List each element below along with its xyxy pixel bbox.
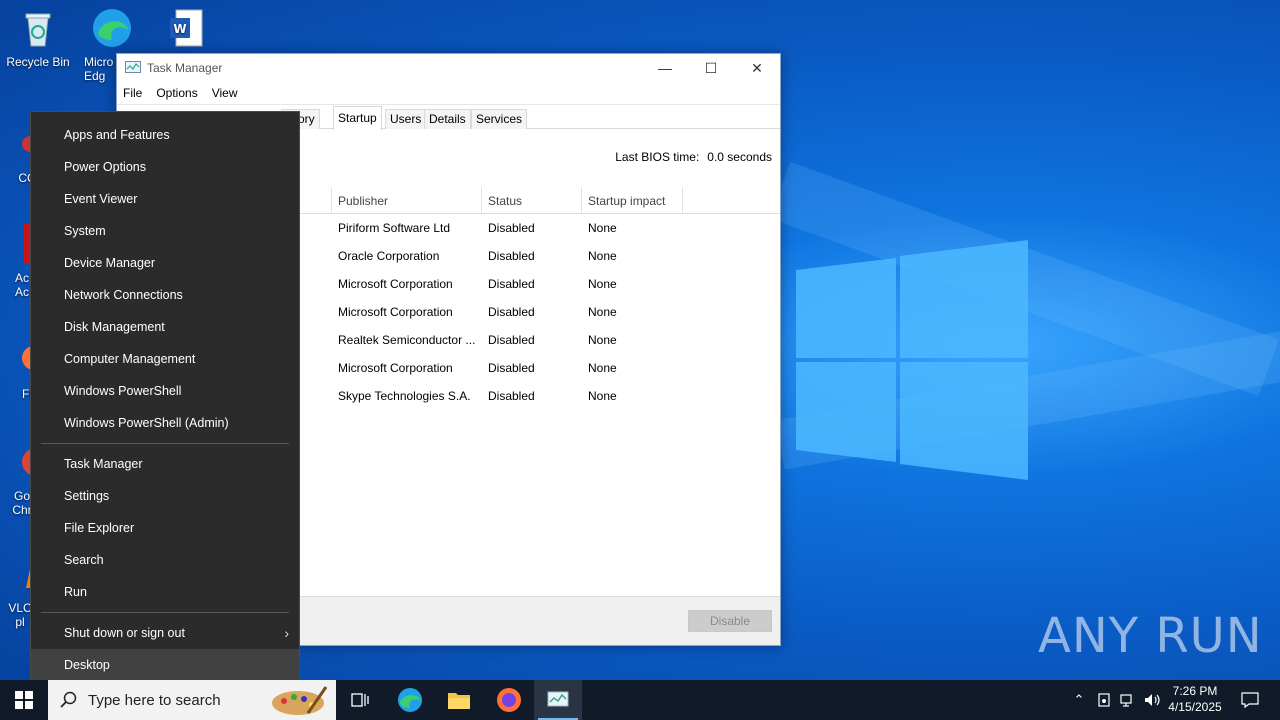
menu-view[interactable]: View (212, 86, 238, 100)
bios-time-label: Last BIOS time: (615, 150, 700, 164)
notification-icon (1241, 692, 1259, 708)
tab-users[interactable]: Users (385, 109, 427, 129)
device-icon[interactable] (1096, 692, 1112, 708)
recycle-bin-icon (25, 13, 51, 47)
menu-item-file-explorer[interactable]: File Explorer (31, 512, 299, 544)
menu-item-settings[interactable]: Settings (31, 480, 299, 512)
edge-icon (398, 688, 422, 712)
close-button[interactable]: ✕ (734, 54, 780, 82)
menu-item-shut-down-label: Shut down or sign out (64, 626, 185, 640)
search-placeholder: Type here to search (88, 691, 221, 709)
row-status: Disabled (488, 333, 535, 347)
row-impact: None (588, 277, 617, 291)
network-icon[interactable] (1120, 692, 1136, 708)
taskbar: Type here to search ⌃ 7:26 PM 4/15/2025 (0, 680, 1280, 720)
folder-icon (448, 693, 470, 709)
menu-bar: File Options View (117, 82, 780, 105)
menu-item-computer-management[interactable]: Computer Management (31, 343, 299, 375)
menu-item-task-manager[interactable]: Task Manager (31, 448, 299, 480)
menu-separator (41, 612, 289, 613)
anyrun-watermark: ANY RUN (1038, 608, 1263, 664)
menu-item-run[interactable]: Run (31, 576, 299, 608)
menu-item-search[interactable]: Search (31, 544, 299, 576)
task-view-button[interactable] (336, 680, 384, 720)
tab-services[interactable]: Services (471, 109, 528, 129)
menu-item-device-manager[interactable]: Device Manager (31, 247, 299, 279)
edge-icon (93, 9, 131, 47)
column-status[interactable]: Status (481, 187, 582, 213)
row-impact: None (588, 249, 617, 263)
taskbar-firefox[interactable] (485, 680, 533, 720)
system-tray: ⌃ (1068, 680, 1162, 720)
row-impact: None (588, 361, 617, 375)
firefox-icon (497, 688, 521, 712)
word-document-icon: W (170, 9, 203, 47)
svg-text:W: W (173, 22, 186, 36)
menu-item-apps-and-features[interactable]: Apps and Features (31, 119, 299, 151)
menu-file[interactable]: File (123, 86, 142, 100)
column-publisher[interactable]: Publisher (331, 187, 482, 213)
taskbar-clock[interactable]: 7:26 PM 4/15/2025 (1162, 683, 1228, 715)
tab-details[interactable]: Details (424, 109, 471, 129)
desktop-icon-recycle-bin[interactable]: Recycle Bin (0, 6, 76, 69)
bios-time: Last BIOS time: 0.0 seconds (615, 150, 772, 164)
task-manager-icon (125, 61, 141, 73)
bios-time-value: 0.0 seconds (707, 150, 772, 164)
row-status: Disabled (488, 277, 535, 291)
menu-item-event-viewer[interactable]: Event Viewer (31, 183, 299, 215)
menu-item-disk-management[interactable]: Disk Management (31, 311, 299, 343)
menu-item-windows-powershell[interactable]: Windows PowerShell (31, 375, 299, 407)
window-title: Task Manager (147, 61, 223, 75)
windows-logo-wallpaper (796, 240, 1028, 480)
row-publisher: Skype Technologies S.A. (338, 389, 471, 403)
menu-item-network-connections[interactable]: Network Connections (31, 279, 299, 311)
menu-item-system[interactable]: System (31, 215, 299, 247)
title-bar[interactable]: Task Manager — ☐ ✕ (117, 54, 780, 82)
row-impact: None (588, 333, 617, 347)
row-status: Disabled (488, 249, 535, 263)
row-status: Disabled (488, 305, 535, 319)
row-impact: None (588, 389, 617, 403)
clock-time: 7:26 PM (1172, 684, 1218, 698)
menu-item-power-options[interactable]: Power Options (31, 151, 299, 183)
action-center-button[interactable] (1226, 680, 1274, 720)
row-publisher: Microsoft Corporation (338, 277, 453, 291)
row-impact: None (588, 305, 617, 319)
menu-separator (41, 443, 289, 444)
task-view-icon (351, 693, 369, 707)
menu-item-windows-powershell-admin[interactable]: Windows PowerShell (Admin) (31, 407, 299, 439)
taskbar-task-manager[interactable] (534, 680, 582, 720)
row-status: Disabled (488, 361, 535, 375)
desktop-icon-word[interactable]: W (148, 6, 224, 55)
row-impact: None (588, 221, 617, 235)
chevron-up-icon[interactable]: ⌃ (1068, 692, 1090, 708)
chevron-right-icon: › (284, 625, 289, 641)
menu-item-desktop[interactable]: Desktop (31, 649, 299, 681)
volume-icon[interactable] (1144, 692, 1162, 708)
menu-options[interactable]: Options (156, 86, 197, 100)
tab-startup[interactable]: Startup (333, 106, 382, 130)
taskbar-file-explorer[interactable] (435, 680, 483, 720)
clock-date: 4/15/2025 (1168, 700, 1222, 714)
power-user-menu: Apps and Features Power Options Event Vi… (30, 111, 300, 690)
column-startup-impact[interactable]: Startup impact (581, 187, 683, 213)
task-manager-icon (547, 691, 569, 707)
row-publisher: Microsoft Corporation (338, 361, 453, 375)
windows-start-icon (15, 691, 33, 709)
row-status: Disabled (488, 221, 535, 235)
row-status: Disabled (488, 389, 535, 403)
taskbar-edge[interactable] (386, 680, 434, 720)
row-publisher: Oracle Corporation (338, 249, 440, 263)
row-publisher: Realtek Semiconductor ... (338, 333, 476, 347)
maximize-button[interactable]: ☐ (688, 54, 734, 82)
minimize-button[interactable]: — (642, 54, 688, 82)
row-publisher: Microsoft Corporation (338, 305, 453, 319)
search-icon (60, 691, 77, 708)
row-publisher: Piriform Software Ltd (338, 221, 451, 235)
paint-palette-icon (272, 686, 328, 715)
menu-item-shut-down[interactable]: Shut down or sign out › (31, 617, 299, 649)
taskbar-search-box[interactable]: Type here to search (48, 680, 336, 720)
disable-button[interactable]: Disable (688, 610, 772, 632)
start-button[interactable] (0, 680, 48, 720)
